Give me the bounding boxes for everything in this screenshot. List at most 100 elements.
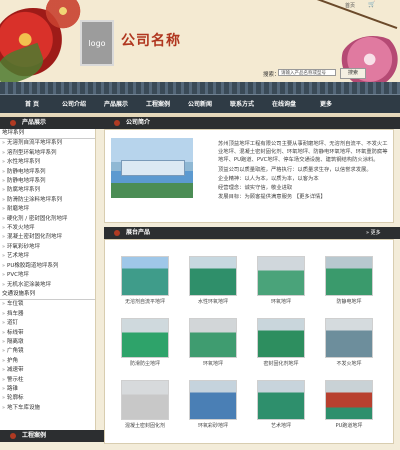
about-paragraph: 苏州顶益地坪工程有限公司主要从事耐磨地坪、无溶剂自流平、不发火工业地坪、混凝土密… (218, 141, 388, 164)
company-name: 公司名称 (121, 33, 181, 49)
nav-item-more[interactable]: 更多 (306, 95, 346, 114)
category-item[interactable]: 水性地坪系列 (0, 158, 95, 168)
product-name[interactable]: 混凝土密封固化剂 (115, 422, 175, 429)
category-item[interactable]: 不发火地坪 (0, 224, 95, 234)
logo[interactable]: logo (80, 20, 114, 66)
bullet-icon (114, 120, 120, 126)
nav-item-products[interactable]: 产品展示 (96, 95, 136, 114)
product-name[interactable]: 环氧彩砂地坪 (183, 422, 243, 429)
category-item[interactable]: 警示柱 (0, 376, 95, 386)
category-item[interactable]: 艺术地坪 (0, 252, 95, 262)
product-name[interactable]: 无溶剂自流平地坪 (115, 298, 175, 305)
category-item[interactable]: 轮廓标 (0, 394, 95, 404)
bullet-icon (10, 433, 16, 439)
about-paragraph[interactable]: 发展目标：为顾客提供满意服务 【更多详情】 (218, 193, 388, 201)
cases-sidebar-title: 工程案例 (0, 430, 117, 442)
product-image[interactable] (325, 380, 373, 420)
products-section-title: 展台产品 (104, 227, 400, 239)
nav-item-news[interactable]: 公司新闻 (180, 95, 220, 114)
main-nav: 首 页 公司介绍 产品展示 工程案例 公司新闻 联系方式 在线询盘 更多 (0, 94, 400, 114)
cart-icon[interactable]: 🛒 (368, 1, 375, 8)
category-item[interactable]: 道钉 (0, 319, 95, 329)
product-card[interactable]: 环氧地坪 (183, 318, 243, 367)
category-group-title[interactable]: 交通设施系列 (0, 290, 95, 301)
product-image[interactable] (189, 256, 237, 296)
category-item[interactable]: 隔离墩 (0, 338, 95, 348)
factory-image (111, 138, 193, 198)
category-item[interactable]: 车位锁 (0, 300, 95, 310)
product-name[interactable]: 环氧地坪 (183, 360, 243, 367)
nav-item-home[interactable]: 首 页 (12, 95, 52, 114)
product-card[interactable]: 艺术地坪 (251, 380, 311, 429)
building-shape (121, 160, 185, 176)
product-name[interactable]: 水性环氧地坪 (183, 298, 243, 305)
roof-tile-decoration (0, 82, 400, 94)
product-card[interactable]: 环氧彩砂地坪 (183, 380, 243, 429)
product-name[interactable]: 防静电地坪 (319, 298, 379, 305)
product-card[interactable]: 不发火地坪 (319, 318, 379, 367)
product-card[interactable]: PU跑道地坪 (319, 380, 379, 429)
product-card[interactable]: 无溶剂自流平地坪 (115, 256, 175, 305)
about-paragraph: 经营理念：诚实守信，敬业进取 (218, 185, 293, 192)
category-item[interactable]: 混凝土密封固化剂地坪 (0, 233, 95, 243)
product-card[interactable]: 防静电地坪 (319, 256, 379, 305)
category-item[interactable]: 防腐地坪系列 (0, 186, 95, 196)
product-card[interactable]: 防滑防尘地坪 (115, 318, 175, 367)
nav-item-about[interactable]: 公司介绍 (54, 95, 94, 114)
nav-item-inquiry[interactable]: 在线询盘 (264, 95, 304, 114)
category-item[interactable]: 无溶剂自流平地坪系列 (0, 139, 95, 149)
category-item[interactable]: 耐磨地坪 (0, 205, 95, 215)
bullet-icon (10, 120, 16, 126)
category-list: 地坪系列无溶剂自流平地坪系列溶剂型环氧地坪系列水性地坪系列防静电地坪系列防静电地… (0, 129, 96, 434)
category-item[interactable]: 路锥 (0, 385, 95, 395)
category-item[interactable]: 挡车器 (0, 310, 95, 320)
search-button[interactable]: 搜索 (340, 68, 366, 79)
product-name[interactable]: 防滑防尘地坪 (115, 360, 175, 367)
product-image[interactable] (257, 318, 305, 358)
product-card[interactable]: 混凝土密封固化剂 (115, 380, 175, 429)
category-item[interactable]: 防滑防尘涂料地坪系列 (0, 196, 95, 206)
bullet-icon (114, 230, 120, 236)
products-sidebar-title: 产品展示 (0, 117, 117, 129)
category-item[interactable]: 无机水泥涂装地坪 (0, 281, 95, 291)
product-image[interactable] (257, 256, 305, 296)
product-card[interactable]: 密封固化剂地坪 (251, 318, 311, 367)
nav-item-cases[interactable]: 工程案例 (138, 95, 178, 114)
more-link[interactable]: » 更多 (366, 229, 381, 236)
product-name[interactable]: PU跑道地坪 (319, 422, 379, 429)
category-item[interactable]: 防静电地坪系列 (0, 168, 95, 178)
site-header: logo 公司名称 首页 🛒 搜索： 请输入产品名称或型号 搜索 (0, 0, 400, 88)
category-item[interactable]: PU橡胶跑道地坪系列 (0, 262, 95, 272)
product-image[interactable] (257, 380, 305, 420)
about-text: 苏州顶益地坪工程有限公司主要从事耐磨地坪、无溶剂自流平、不发火工业地坪、混凝土密… (218, 140, 388, 202)
category-item[interactable]: 护角 (0, 357, 95, 367)
category-item[interactable]: 防静电地坪系列 (0, 177, 95, 187)
search-input[interactable]: 请输入产品名称或型号 (278, 69, 336, 76)
category-item[interactable]: 标线带 (0, 329, 95, 339)
home-link[interactable]: 首页 (345, 2, 355, 9)
product-image[interactable] (121, 256, 169, 296)
product-image[interactable] (121, 318, 169, 358)
category-item[interactable]: 硬化剂 / 密封固化剂地坪 (0, 215, 95, 225)
product-image[interactable] (121, 380, 169, 420)
product-image[interactable] (325, 256, 373, 296)
category-item[interactable]: 减速带 (0, 366, 95, 376)
product-card[interactable]: 水性环氧地坪 (183, 256, 243, 305)
category-item[interactable]: 广角镜 (0, 347, 95, 357)
category-item[interactable]: PVC地坪 (0, 271, 95, 281)
product-image[interactable] (189, 380, 237, 420)
decorative-flower (340, 36, 400, 88)
product-name[interactable]: 环氧地坪 (251, 298, 311, 305)
product-image[interactable] (189, 318, 237, 358)
product-name[interactable]: 密封固化剂地坪 (251, 360, 311, 367)
nav-item-contact[interactable]: 联系方式 (222, 95, 262, 114)
category-item[interactable]: 地下车库设施 (0, 404, 95, 414)
about-paragraph: 顶益公司以质量取胜，严格执行：以质量求生存，以信誉求发展。 (218, 166, 372, 173)
product-name[interactable]: 不发火地坪 (319, 360, 379, 367)
product-name[interactable]: 艺术地坪 (251, 422, 311, 429)
category-group-title[interactable]: 地坪系列 (0, 129, 95, 140)
category-item[interactable]: 环氧彩砂地坪 (0, 243, 95, 253)
product-image[interactable] (325, 318, 373, 358)
category-item[interactable]: 溶剂型环氧地坪系列 (0, 149, 95, 159)
product-card[interactable]: 环氧地坪 (251, 256, 311, 305)
